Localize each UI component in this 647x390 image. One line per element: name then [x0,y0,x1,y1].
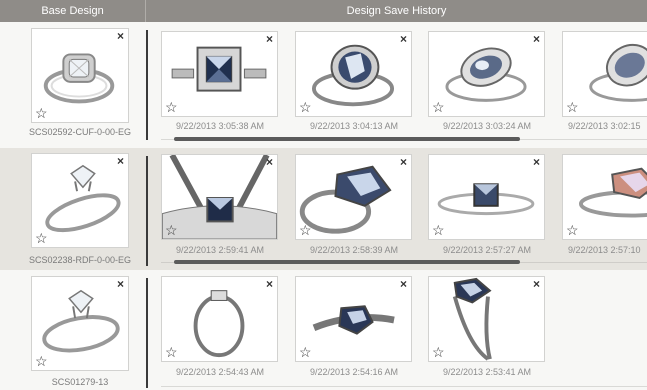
favorite-star-icon[interactable]: ☆ [165,100,178,114]
favorite-star-icon[interactable]: ☆ [35,106,48,120]
close-icon[interactable]: × [117,30,124,42]
ring-thumbnail-icon [452,277,492,361]
history-card[interactable]: × ☆ [295,31,412,117]
design-row-3: × ☆ SCS01279-13 × ☆ × ☆ × ☆ 9/22/2013 2:… [0,270,647,390]
ring-thumbnail-icon [311,44,395,107]
design-save-history-header: Design Save History [346,5,447,17]
base-design-card[interactable]: × ☆ [31,276,129,371]
history-card[interactable]: × ☆ [428,31,545,117]
close-icon[interactable]: × [117,155,124,167]
save-timestamp: 9/22/2013 2:54:16 AM [309,367,399,377]
close-icon[interactable]: × [400,278,407,290]
close-icon[interactable]: × [533,278,540,290]
base-design-sku: SCS02238-RDF-0-00-EG [28,255,132,265]
ring-thumbnail-icon [437,183,535,216]
table-header: Base Design Design Save History [0,0,647,22]
base-design-sku: SCS01279-13 [51,377,109,387]
base-design-header: Base Design [0,0,146,22]
ring-thumbnail-icon [312,305,395,335]
design-row-2: × ☆ SCS02238-RDF-0-00-EG × ☆ × ☆ × ☆ ☆ 9… [0,148,647,270]
ring-thumbnail-icon [193,290,245,358]
horizontal-scrollbar-thumb[interactable] [174,137,520,141]
close-icon[interactable]: × [266,156,273,168]
history-card[interactable]: × ☆ [161,154,278,240]
save-timestamp: 9/22/2013 3:04:13 AM [309,121,399,131]
history-card[interactable]: × ☆ [161,31,278,117]
favorite-star-icon[interactable]: ☆ [566,100,579,114]
close-icon[interactable]: × [400,156,407,168]
favorite-star-icon[interactable]: ☆ [299,345,312,359]
save-timestamp: 9/22/2013 3:02:15 [568,121,641,131]
history-card[interactable]: × ☆ [428,154,545,240]
scrollbar-track [161,386,647,387]
favorite-star-icon[interactable]: ☆ [432,223,445,237]
save-timestamp: 9/22/2013 2:57:10 [568,245,641,255]
favorite-star-icon[interactable]: ☆ [566,223,579,237]
save-timestamp: 9/22/2013 2:54:43 AM [175,367,265,377]
column-divider [146,278,148,388]
favorite-star-icon[interactable]: ☆ [165,223,178,237]
favorite-star-icon[interactable]: ☆ [432,345,445,359]
history-card[interactable]: × ☆ [295,276,412,362]
ring-thumbnail-icon [171,46,267,92]
column-divider [146,30,148,140]
ring-thumbnail-icon [445,47,527,102]
save-timestamp: 9/22/2013 3:03:24 AM [442,121,532,131]
save-timestamp: 9/22/2013 3:05:38 AM [175,121,265,131]
history-card[interactable]: × ☆ [161,276,278,362]
close-icon[interactable]: × [266,33,273,45]
history-card[interactable]: ☆ [562,31,647,117]
base-design-card[interactable]: × ☆ [31,153,129,248]
base-design-card[interactable]: × ☆ [31,28,129,123]
favorite-star-icon[interactable]: ☆ [165,345,178,359]
save-timestamp: 9/22/2013 2:57:27 AM [442,245,532,255]
favorite-star-icon[interactable]: ☆ [35,354,48,368]
history-card[interactable]: × ☆ [428,276,545,362]
close-icon[interactable]: × [533,33,540,45]
close-icon[interactable]: × [266,278,273,290]
base-design-sku: SCS02592-CUF-0-00-EG [28,127,132,137]
history-card[interactable]: × ☆ [295,154,412,240]
save-timestamp: 9/22/2013 2:58:39 AM [309,245,399,255]
save-timestamp: 9/22/2013 2:53:41 AM [442,367,532,377]
favorite-star-icon[interactable]: ☆ [299,100,312,114]
close-icon[interactable]: × [533,156,540,168]
favorite-star-icon[interactable]: ☆ [35,231,48,245]
save-timestamp: 9/22/2013 2:59:41 AM [175,245,265,255]
close-icon[interactable]: × [117,278,124,290]
ring-thumbnail-icon [162,155,277,239]
horizontal-scrollbar-thumb[interactable] [174,260,520,264]
ring-thumbnail-icon [299,165,392,234]
close-icon[interactable]: × [400,33,407,45]
history-card[interactable]: ☆ [562,154,647,240]
design-row-1: × ☆ SCS02592-CUF-0-00-EG × ☆ × ☆ × ☆ ☆ 9… [0,22,647,148]
favorite-star-icon[interactable]: ☆ [432,100,445,114]
column-divider [146,156,148,266]
favorite-star-icon[interactable]: ☆ [299,223,312,237]
